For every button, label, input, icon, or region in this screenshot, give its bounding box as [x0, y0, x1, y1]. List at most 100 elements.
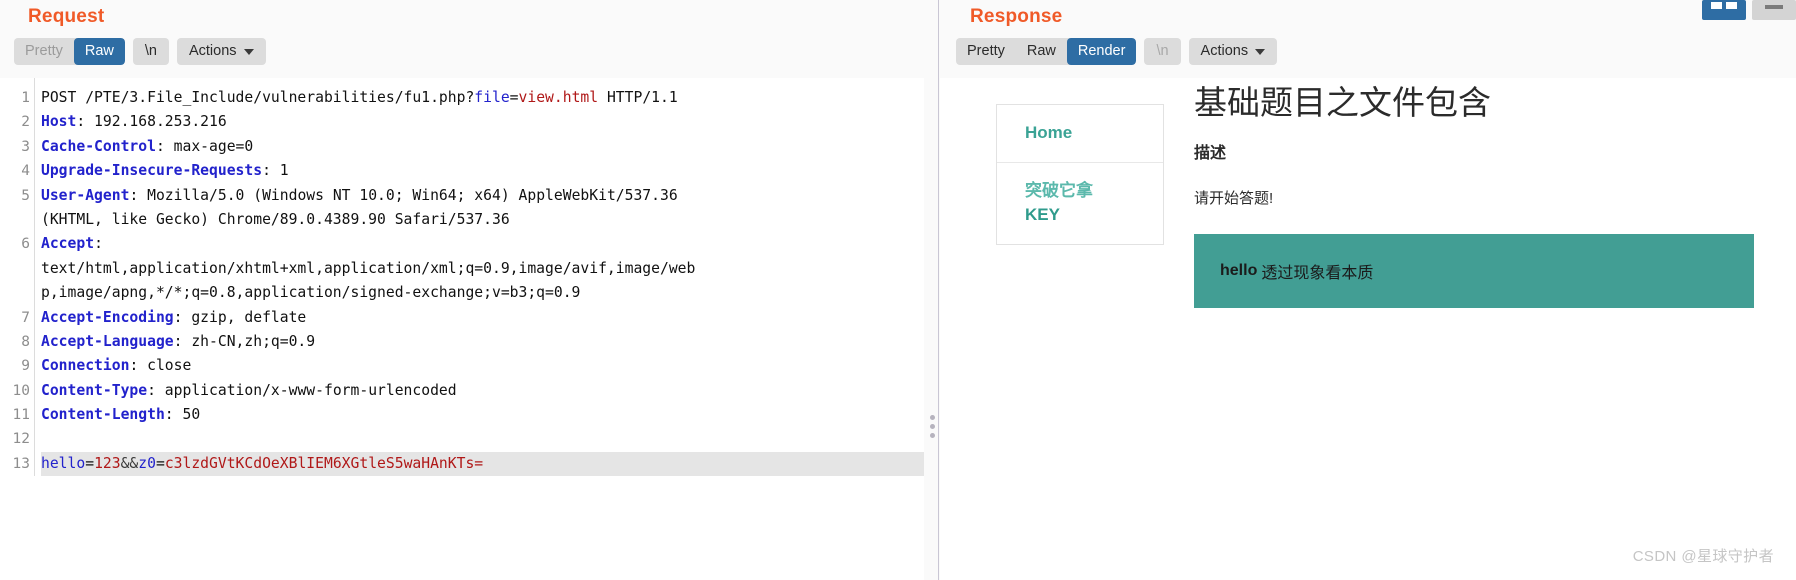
response-tab-pretty[interactable]: Pretty: [956, 38, 1016, 65]
nav-item-home[interactable]: Home: [997, 105, 1163, 162]
code-token: 123: [94, 454, 121, 472]
code-line[interactable]: hello=123&&z0=c3lzdGVtKCdOeXBlIEM6XGtleS…: [41, 451, 924, 477]
request-view-mode-group[interactable]: Pretty Raw: [14, 38, 125, 65]
line-number: 9: [21, 358, 30, 375]
request-actions-label: Actions: [188, 43, 237, 59]
code-token: z0: [138, 454, 156, 472]
line-number: 3: [21, 138, 30, 155]
line-number: 13: [12, 455, 30, 472]
code-token: : 192.168.253.216: [76, 113, 227, 131]
code-token: Accept-Encoding: [41, 308, 174, 326]
line-number: 7: [21, 309, 30, 326]
line-number: 12: [12, 431, 30, 448]
code-token: =: [509, 89, 519, 106]
code-token: (KHTML, like Gecko) Chrome/89.0.4389.90 …: [41, 210, 510, 228]
code-token: =: [85, 454, 95, 472]
code-token: Upgrade-Insecure-Requests: [41, 162, 263, 180]
rendered-page-content: 基础题目之文件包含 描述 请开始答题! hello 透过现象看本质: [1194, 82, 1786, 309]
code-line[interactable]: [41, 427, 924, 451]
code-line[interactable]: (KHTML, like Gecko) Chrome/89.0.4389.90 …: [41, 208, 924, 232]
code-line[interactable]: Upgrade-Insecure-Requests: 1: [41, 159, 924, 183]
code-line[interactable]: Host: 192.168.253.216: [41, 110, 924, 134]
response-render-area: Home 突破它拿 KEY 基础题目之文件包含 描述 请开始答题! hello …: [940, 78, 1796, 580]
window-control-buttons[interactable]: [1702, 0, 1796, 22]
code-token: :: [94, 235, 103, 253]
code-token: POST /PTE/3.File_Include/vulnerabilities…: [41, 89, 475, 106]
response-newline-toggle[interactable]: \n: [1144, 38, 1181, 65]
code-token: HTTP/1.1: [598, 89, 678, 106]
request-tab-raw[interactable]: Raw: [73, 38, 125, 65]
line-number: [0, 208, 34, 232]
rendered-page-paragraph: 请开始答题!: [1194, 190, 1274, 208]
code-token: Accept: [41, 235, 95, 253]
restore-window-icon[interactable]: [1702, 0, 1746, 20]
minimize-window-icon[interactable]: [1752, 0, 1796, 20]
response-actions-button[interactable]: Actions: [1188, 38, 1278, 65]
code-token: User-Agent: [41, 186, 130, 204]
code-token: Cache-Control: [41, 137, 156, 155]
code-token: file: [474, 89, 510, 106]
code-line[interactable]: Connection: close: [41, 354, 924, 378]
request-newline-toggle[interactable]: \n: [132, 38, 169, 65]
line-number: 4: [21, 163, 30, 180]
line-number: [0, 257, 34, 281]
watermark: CSDN @星球守护者: [1632, 548, 1774, 565]
code-line[interactable]: text/html,application/xhtml+xml,applicat…: [41, 257, 924, 281]
splitter-drag-handle-icon[interactable]: [930, 415, 935, 438]
code-line[interactable]: Content-Type: application/x-www-form-url…: [41, 379, 924, 403]
code-token: c3lzdGVtKCdOeXBlIEM6XGtleS5waHAnKTs=: [164, 454, 484, 472]
code-token: =: [155, 454, 165, 472]
code-token: &&: [120, 454, 139, 472]
code-line[interactable]: p,image/apng,*/*;q=0.8,application/signe…: [41, 281, 924, 305]
line-number: 2: [21, 114, 30, 131]
splitter-line: [938, 0, 939, 580]
code-token: : Mozilla/5.0 (Windows NT 10.0; Win64; x…: [129, 186, 678, 204]
code-token: Host: [41, 113, 77, 131]
rendered-result-banner: hello 透过现象看本质: [1194, 234, 1754, 309]
chevron-down-icon: [1255, 48, 1266, 55]
response-panel-title: Response: [970, 6, 1063, 27]
code-line[interactable]: Cache-Control: max-age=0: [41, 135, 924, 159]
code-token: hello: [41, 454, 86, 472]
line-number: 11: [12, 407, 30, 424]
code-line[interactable]: User-Agent: Mozilla/5.0 (Windows NT 10.0…: [41, 184, 924, 208]
code-token: : gzip, deflate: [173, 308, 307, 326]
code-line[interactable]: Accept-Encoding: gzip, deflate: [41, 306, 924, 330]
banner-text-zh: 透过现象看本质: [1261, 265, 1374, 283]
response-view-mode-group[interactable]: Pretty Raw Render: [956, 38, 1137, 65]
line-number: 8: [21, 333, 30, 350]
line-number: 1: [21, 90, 30, 106]
code-line[interactable]: Accept-Language: zh-CN,zh;q=0.9: [41, 330, 924, 354]
request-code-content[interactable]: POST /PTE/3.File_Include/vulnerabilities…: [34, 78, 924, 477]
code-line[interactable]: Content-Length: 50: [41, 403, 924, 427]
request-editor[interactable]: 1 2 3 4 5 6 7 8 9 10 11 12 13 POST /PTE/3.File_Inclu…: [0, 78, 924, 580]
request-panel: Request Pretty Raw \n Actions 1234567891…: [0, 0, 924, 580]
code-token: Content-Length: [41, 406, 165, 424]
response-actions-label: Actions: [1200, 43, 1249, 59]
nav-item-get-key-line2: KEY: [1025, 205, 1060, 225]
code-token: Connection: [41, 357, 130, 375]
burp-suite-window: Request Pretty Raw \n Actions 1234567891…: [0, 0, 1796, 580]
code-token: : close: [129, 357, 192, 375]
request-panel-title: Request: [28, 6, 105, 27]
banner-text-en: hello: [1220, 262, 1258, 280]
panel-splitter[interactable]: [924, 0, 940, 580]
code-token: Accept-Language: [41, 332, 174, 350]
code-token: Content-Type: [41, 381, 148, 399]
code-line[interactable]: POST /PTE/3.File_Include/vulnerabilities…: [41, 86, 924, 110]
line-number: 10: [12, 382, 30, 399]
line-number: 5: [21, 187, 30, 204]
code-token: : max-age=0: [155, 137, 254, 155]
request-tab-pretty[interactable]: Pretty: [14, 38, 74, 65]
request-actions-button[interactable]: Actions: [176, 38, 266, 65]
response-tab-raw[interactable]: Raw: [1016, 38, 1067, 65]
response-toolbar: Pretty Raw Render \n Actions: [940, 28, 1796, 65]
response-tab-render[interactable]: Render: [1066, 38, 1137, 65]
code-token: : application/x-www-form-urlencoded: [147, 381, 457, 399]
code-token: : zh-CN,zh;q=0.9: [173, 332, 316, 350]
code-line[interactable]: Accept:: [41, 232, 924, 256]
chevron-down-icon: [243, 48, 254, 55]
code-token: : 1: [262, 162, 289, 180]
request-line-number-gutter: 1 2 3 4 5 6 7 8 9 10 11 12 13: [0, 78, 34, 476]
nav-item-get-key[interactable]: 突破它拿 KEY: [997, 161, 1163, 244]
